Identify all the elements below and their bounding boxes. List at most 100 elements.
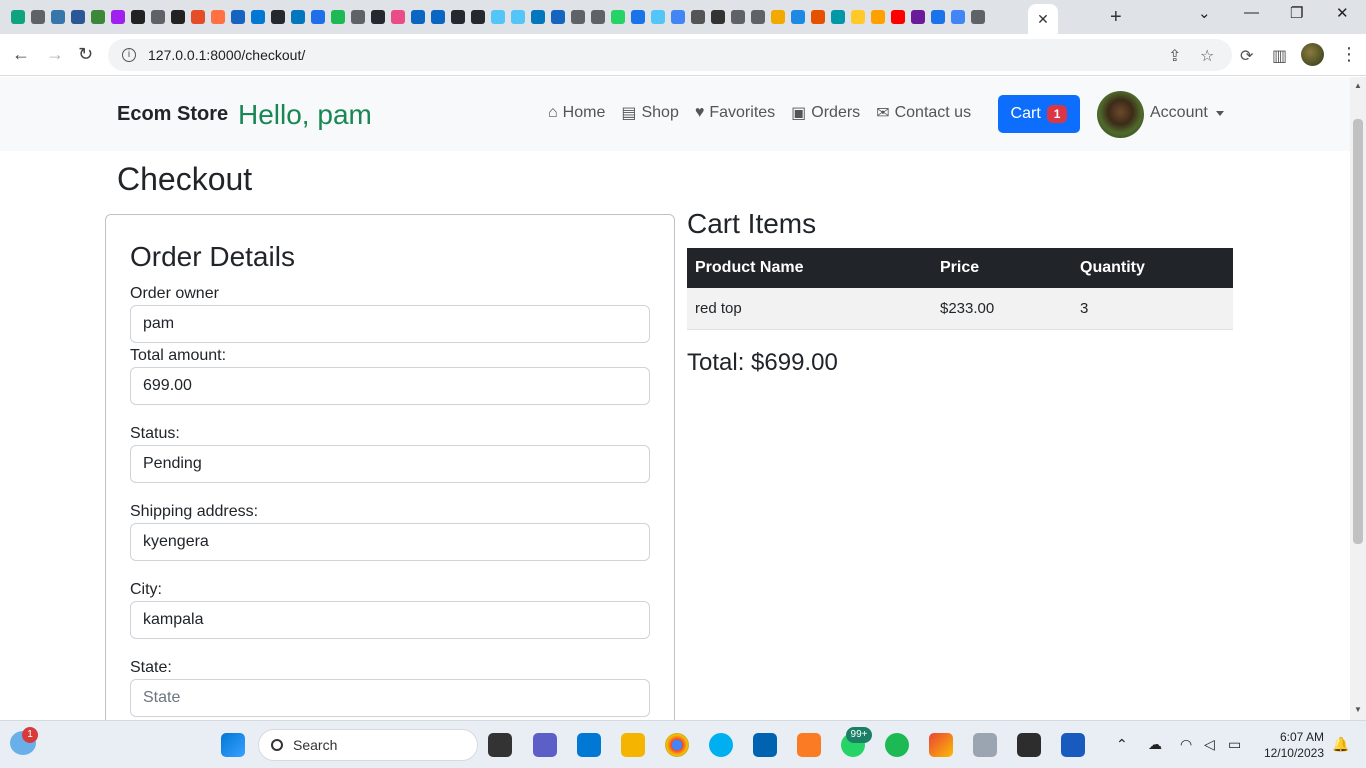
cart-button[interactable]: Cart 1 — [998, 95, 1080, 133]
brand-link[interactable]: Ecom Store — [117, 103, 228, 126]
tab-favicon-icon[interactable] — [571, 10, 585, 24]
close-tab-icon[interactable]: ✕ — [1037, 11, 1049, 28]
tab-favicon-icon[interactable] — [271, 10, 285, 24]
tab-favicon-icon[interactable] — [511, 10, 525, 24]
tab-favicon-icon[interactable] — [431, 10, 445, 24]
scroll-up-icon[interactable]: ▲ — [1354, 81, 1362, 90]
vscode-icon[interactable] — [577, 733, 601, 757]
tab-favicon-icon[interactable] — [371, 10, 385, 24]
tab-favicon-icon[interactable] — [171, 10, 185, 24]
tab-favicon-icon[interactable] — [111, 10, 125, 24]
reload-icon[interactable]: ↻ — [78, 44, 93, 65]
tab-favicon-icon[interactable] — [791, 10, 805, 24]
new-tab-button[interactable]: + — [1110, 6, 1122, 29]
tab-favicon-icon[interactable] — [531, 10, 545, 24]
nav-shop[interactable]: ▤ Shop — [621, 103, 679, 123]
tab-favicon-icon[interactable] — [351, 10, 365, 24]
teams-chat-icon[interactable] — [533, 733, 557, 757]
extension-icon[interactable]: ⟳ — [1240, 46, 1253, 66]
tab-favicon-icon[interactable] — [691, 10, 705, 24]
nav-orders[interactable]: ▣ Orders — [791, 103, 860, 123]
site-info-icon[interactable]: i — [122, 48, 136, 62]
store-icon[interactable] — [753, 733, 777, 757]
tab-favicon-icon[interactable] — [251, 10, 265, 24]
notification-bell-icon[interactable]: 🔔 — [1332, 736, 1349, 753]
tab-favicon-icon[interactable] — [151, 10, 165, 24]
tab-favicon-icon[interactable] — [611, 10, 625, 24]
page-scrollbar[interactable]: ▲ ▼ — [1350, 77, 1366, 720]
share-icon[interactable]: ⇪ — [1168, 46, 1181, 66]
browser-menu-icon[interactable]: ⋮ — [1340, 44, 1358, 65]
battery-icon[interactable]: ▭ — [1228, 736, 1241, 753]
gmail-icon[interactable] — [929, 733, 953, 757]
settings-gear-icon[interactable] — [973, 733, 997, 757]
forward-arrow-icon[interactable]: → — [46, 44, 64, 65]
tab-favicon-icon[interactable] — [591, 10, 605, 24]
bookmark-star-icon[interactable]: ☆ — [1200, 46, 1214, 66]
tab-favicon-icon[interactable] — [31, 10, 45, 24]
start-windows-icon[interactable] — [221, 733, 245, 757]
tab-favicon-icon[interactable] — [851, 10, 865, 24]
volume-icon[interactable]: ◁ — [1204, 736, 1215, 753]
tab-favicon-icon[interactable] — [931, 10, 945, 24]
tab-favicon-icon[interactable] — [731, 10, 745, 24]
tab-favicon-icon[interactable] — [11, 10, 25, 24]
tab-favicon-icon[interactable] — [711, 10, 725, 24]
tab-favicon-icon[interactable] — [311, 10, 325, 24]
tab-favicon-icon[interactable] — [51, 10, 65, 24]
tab-favicon-icon[interactable] — [71, 10, 85, 24]
tab-favicon-icon[interactable] — [391, 10, 405, 24]
scroll-down-icon[interactable]: ▼ — [1354, 705, 1362, 714]
back-arrow-icon[interactable]: ← — [12, 44, 30, 65]
onedrive-icon[interactable]: ☁ — [1148, 736, 1162, 753]
tab-favicon-icon[interactable] — [331, 10, 345, 24]
file-explorer-icon[interactable] — [621, 733, 645, 757]
tab-favicon-icon[interactable] — [191, 10, 205, 24]
terminal-icon[interactable] — [1017, 733, 1041, 757]
maximize-icon[interactable]: ❐ — [1290, 4, 1303, 22]
tab-favicon-icon[interactable] — [891, 10, 905, 24]
spotify-icon[interactable] — [885, 733, 909, 757]
close-window-icon[interactable]: ✕ — [1336, 4, 1349, 22]
tab-favicon-icon[interactable] — [91, 10, 105, 24]
nav-home[interactable]: ⌂ Home — [548, 104, 605, 122]
tab-favicon-icon[interactable] — [951, 10, 965, 24]
tab-favicon-icon[interactable] — [211, 10, 225, 24]
tab-favicon-icon[interactable] — [131, 10, 145, 24]
tab-favicon-icon[interactable] — [231, 10, 245, 24]
profile-avatar[interactable] — [1301, 43, 1324, 66]
tab-favicon-icon[interactable] — [971, 10, 985, 24]
tab-favicon-icon[interactable] — [911, 10, 925, 24]
nav-contact[interactable]: ✉ Contact us — [876, 103, 971, 123]
shipping-address-input[interactable]: kyengera — [130, 523, 650, 561]
tab-favicon-icon[interactable] — [771, 10, 785, 24]
chrome-icon[interactable] — [665, 733, 689, 757]
tab-favicon-icon[interactable] — [451, 10, 465, 24]
side-panel-icon[interactable]: ▥ — [1272, 46, 1287, 66]
city-input[interactable]: kampala — [130, 601, 650, 639]
taskbar-search[interactable]: Search — [258, 729, 478, 761]
tab-favicon-icon[interactable] — [871, 10, 885, 24]
status-input[interactable]: Pending — [130, 445, 650, 483]
task-view-icon[interactable] — [488, 733, 512, 757]
tab-favicon-icon[interactable] — [411, 10, 425, 24]
tab-favicon-icon[interactable] — [651, 10, 665, 24]
minimize-icon[interactable]: — — [1244, 4, 1259, 21]
tab-favicon-icon[interactable] — [551, 10, 565, 24]
scrollbar-thumb[interactable] — [1353, 119, 1363, 544]
tab-search-icon[interactable]: ⌄ — [1198, 4, 1211, 22]
skype-icon[interactable] — [709, 733, 733, 757]
nav-favorites[interactable]: ♥ Favorites — [695, 104, 775, 122]
state-input[interactable]: State — [130, 679, 650, 717]
tab-favicon-icon[interactable] — [751, 10, 765, 24]
active-tab[interactable]: ✕ — [1028, 4, 1058, 34]
wifi-icon[interactable]: ◠ — [1180, 736, 1192, 753]
total-amount-input[interactable]: 699.00 — [130, 367, 650, 405]
order-owner-input[interactable]: pam — [130, 305, 650, 343]
taskbar-clock[interactable]: 6:07 AM 12/10/2023 — [1262, 729, 1324, 761]
tab-favicon-icon[interactable] — [491, 10, 505, 24]
tab-favicon-icon[interactable] — [671, 10, 685, 24]
url-text[interactable]: 127.0.0.1:8000/checkout/ — [148, 47, 305, 63]
tab-favicon-icon[interactable] — [831, 10, 845, 24]
tab-favicon-icon[interactable] — [811, 10, 825, 24]
